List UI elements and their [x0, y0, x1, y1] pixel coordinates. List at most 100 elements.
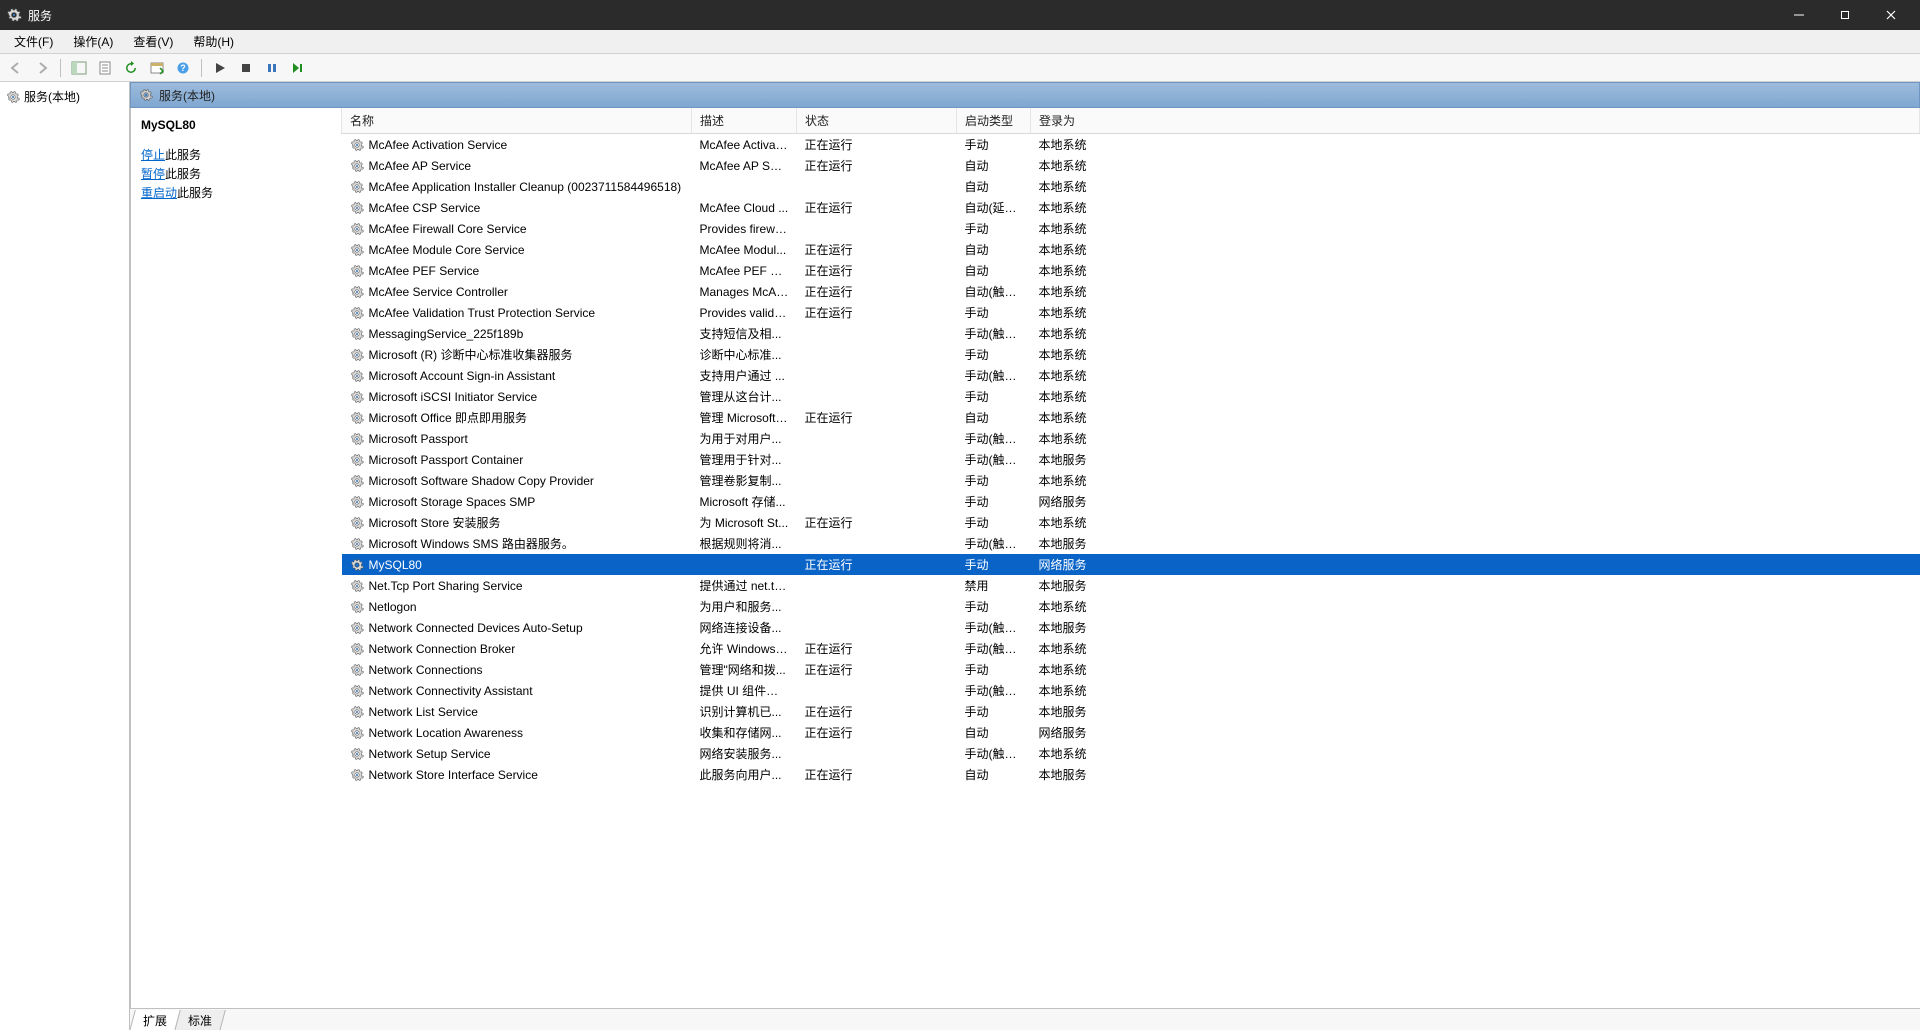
- gear-icon: [350, 138, 364, 152]
- menu-file[interactable]: 文件(F): [4, 30, 63, 53]
- cell-name: Network Store Interface Service: [369, 768, 538, 782]
- cell-description: 管理"网络和拨...: [692, 659, 797, 680]
- gear-icon: [350, 642, 364, 656]
- start-service-button[interactable]: [208, 57, 232, 79]
- nav-back-button[interactable]: [4, 57, 28, 79]
- cell-description: 提供 UI 组件的 ...: [692, 680, 797, 701]
- service-row[interactable]: McAfee Module Core ServiceMcAfee Modul..…: [342, 239, 1920, 260]
- service-row[interactable]: Microsoft Office 即点即用服务管理 Microsoft ...正…: [342, 407, 1920, 428]
- view-tabs: 扩展 标准: [130, 1008, 1920, 1030]
- restart-service-button[interactable]: [286, 57, 310, 79]
- cell-name: Microsoft iSCSI Initiator Service: [369, 390, 538, 404]
- properties-button[interactable]: [93, 57, 117, 79]
- pause-service-button[interactable]: [260, 57, 284, 79]
- cell-description: 为用户和服务...: [692, 596, 797, 617]
- service-row[interactable]: Network Location Awareness收集和存储网...正在运行自…: [342, 722, 1920, 743]
- menu-help[interactable]: 帮助(H): [183, 30, 244, 53]
- service-row[interactable]: McAfee CSP ServiceMcAfee Cloud ...正在运行自动…: [342, 197, 1920, 218]
- service-row[interactable]: Microsoft Storage Spaces SMPMicrosoft 存储…: [342, 491, 1920, 512]
- service-row[interactable]: Microsoft iSCSI Initiator Service管理从这台计.…: [342, 386, 1920, 407]
- service-action-text: 此服务: [165, 148, 201, 162]
- service-row[interactable]: McAfee PEF ServiceMcAfee PEF Se...正在运行自动…: [342, 260, 1920, 281]
- service-row[interactable]: Microsoft Passport Container管理用于针对...手动(…: [342, 449, 1920, 470]
- tree-node-services-local[interactable]: 服务(本地): [0, 86, 129, 107]
- cell-logon: 本地服务: [1031, 764, 1920, 785]
- menu-view[interactable]: 查看(V): [123, 30, 183, 53]
- cell-description: 为 Microsoft St...: [692, 512, 797, 533]
- cell-description: 管理卷影复制...: [692, 470, 797, 491]
- cell-name: McAfee PEF Service: [369, 264, 480, 278]
- service-row[interactable]: McAfee Validation Trust Protection Servi…: [342, 302, 1920, 323]
- toolbar-separator: [201, 59, 202, 77]
- service-row[interactable]: MySQL80正在运行手动网络服务: [342, 554, 1920, 575]
- service-row[interactable]: Network Connected Devices Auto-Setup网络连接…: [342, 617, 1920, 638]
- service-row[interactable]: Microsoft Account Sign-in Assistant支持用户通…: [342, 365, 1920, 386]
- stop-service-button[interactable]: [234, 57, 258, 79]
- col-name[interactable]: 名称: [342, 108, 692, 134]
- minimize-button[interactable]: [1776, 0, 1822, 30]
- show-hide-tree-button[interactable]: [67, 57, 91, 79]
- refresh-button[interactable]: [119, 57, 143, 79]
- service-row[interactable]: Microsoft Windows SMS 路由器服务。根据规则将消...手动(…: [342, 533, 1920, 554]
- cell-status: [797, 365, 957, 386]
- col-status[interactable]: 状态: [797, 108, 957, 134]
- service-row[interactable]: MessagingService_225f189b支持短信及相...手动(触发.…: [342, 323, 1920, 344]
- service-action-line: 暂停此服务: [141, 165, 331, 182]
- export-list-button[interactable]: [145, 57, 169, 79]
- col-startup-type[interactable]: 启动类型: [957, 108, 1031, 134]
- service-row[interactable]: Microsoft (R) 诊断中心标准收集器服务诊断中心标准...手动本地系统: [342, 344, 1920, 365]
- cell-description: [692, 176, 797, 197]
- console-tree[interactable]: 服务(本地): [0, 82, 130, 1030]
- main-area: 服务(本地) 服务(本地) MySQL80 停止此服务暂停此服务重启动此服务: [0, 82, 1920, 1030]
- service-row[interactable]: Network Connection Broker允许 Windows ...正…: [342, 638, 1920, 659]
- close-button[interactable]: [1868, 0, 1914, 30]
- service-row[interactable]: Net.Tcp Port Sharing Service提供通过 net.tc.…: [342, 575, 1920, 596]
- col-logon-as[interactable]: 登录为: [1031, 108, 1920, 134]
- gear-icon: [350, 579, 364, 593]
- gear-icon: [139, 88, 153, 102]
- tab-standard[interactable]: 标准: [174, 1010, 226, 1030]
- window-titlebar: 服务: [0, 0, 1920, 30]
- menu-action[interactable]: 操作(A): [63, 30, 123, 53]
- service-row[interactable]: McAfee Activation ServiceMcAfee Activat.…: [342, 134, 1920, 156]
- service-action-link[interactable]: 重启动: [141, 186, 177, 200]
- tab-extended[interactable]: 扩展: [129, 1010, 181, 1030]
- service-row[interactable]: Network Store Interface Service此服务向用户...…: [342, 764, 1920, 785]
- help-button[interactable]: ?: [171, 57, 195, 79]
- cell-startup: 自动: [957, 260, 1031, 281]
- service-row[interactable]: Microsoft Software Shadow Copy Provider管…: [342, 470, 1920, 491]
- cell-status: 正在运行: [797, 155, 957, 176]
- cell-logon: 本地系统: [1031, 638, 1920, 659]
- cell-logon: 本地系统: [1031, 176, 1920, 197]
- gear-icon: [350, 537, 364, 551]
- cell-logon: 本地系统: [1031, 218, 1920, 239]
- service-row[interactable]: Netlogon为用户和服务...手动本地系统: [342, 596, 1920, 617]
- service-action-link[interactable]: 停止: [141, 148, 165, 162]
- service-row[interactable]: Network Setup Service网络安装服务...手动(触发...本地…: [342, 743, 1920, 764]
- service-row[interactable]: McAfee Firewall Core ServiceProvides fir…: [342, 218, 1920, 239]
- maximize-button[interactable]: [1822, 0, 1868, 30]
- cell-name: Microsoft Storage Spaces SMP: [369, 495, 536, 509]
- service-row[interactable]: Network Connections管理"网络和拨...正在运行手动本地系统: [342, 659, 1920, 680]
- service-row[interactable]: Network Connectivity Assistant提供 UI 组件的 …: [342, 680, 1920, 701]
- cell-description: 网络安装服务...: [692, 743, 797, 764]
- col-description[interactable]: 描述: [692, 108, 797, 134]
- service-row[interactable]: Microsoft Passport为用于对用户...手动(触发...本地系统: [342, 428, 1920, 449]
- service-list-scroll[interactable]: 名称 描述 状态 启动类型 登录为 McAfee Activation Serv…: [341, 108, 1920, 1008]
- service-row[interactable]: Microsoft Store 安装服务为 Microsoft St...正在运…: [342, 512, 1920, 533]
- nav-forward-button[interactable]: [30, 57, 54, 79]
- cell-startup: 自动: [957, 407, 1031, 428]
- tree-node-label: 服务(本地): [24, 88, 80, 105]
- cell-logon: 本地系统: [1031, 512, 1920, 533]
- gear-icon: [350, 264, 364, 278]
- cell-logon: 网络服务: [1031, 554, 1920, 575]
- cell-startup: 手动(触发...: [957, 743, 1031, 764]
- service-row[interactable]: McAfee AP ServiceMcAfee AP Ser...正在运行自动本…: [342, 155, 1920, 176]
- cell-startup: 自动: [957, 155, 1031, 176]
- service-row[interactable]: McAfee Application Installer Cleanup (00…: [342, 176, 1920, 197]
- service-row[interactable]: McAfee Service ControllerManages McAf...…: [342, 281, 1920, 302]
- service-row[interactable]: Network List Service识别计算机已...正在运行手动本地服务: [342, 701, 1920, 722]
- cell-status: 正在运行: [797, 407, 957, 428]
- service-action-link[interactable]: 暂停: [141, 167, 165, 181]
- cell-name: McAfee CSP Service: [369, 201, 481, 215]
